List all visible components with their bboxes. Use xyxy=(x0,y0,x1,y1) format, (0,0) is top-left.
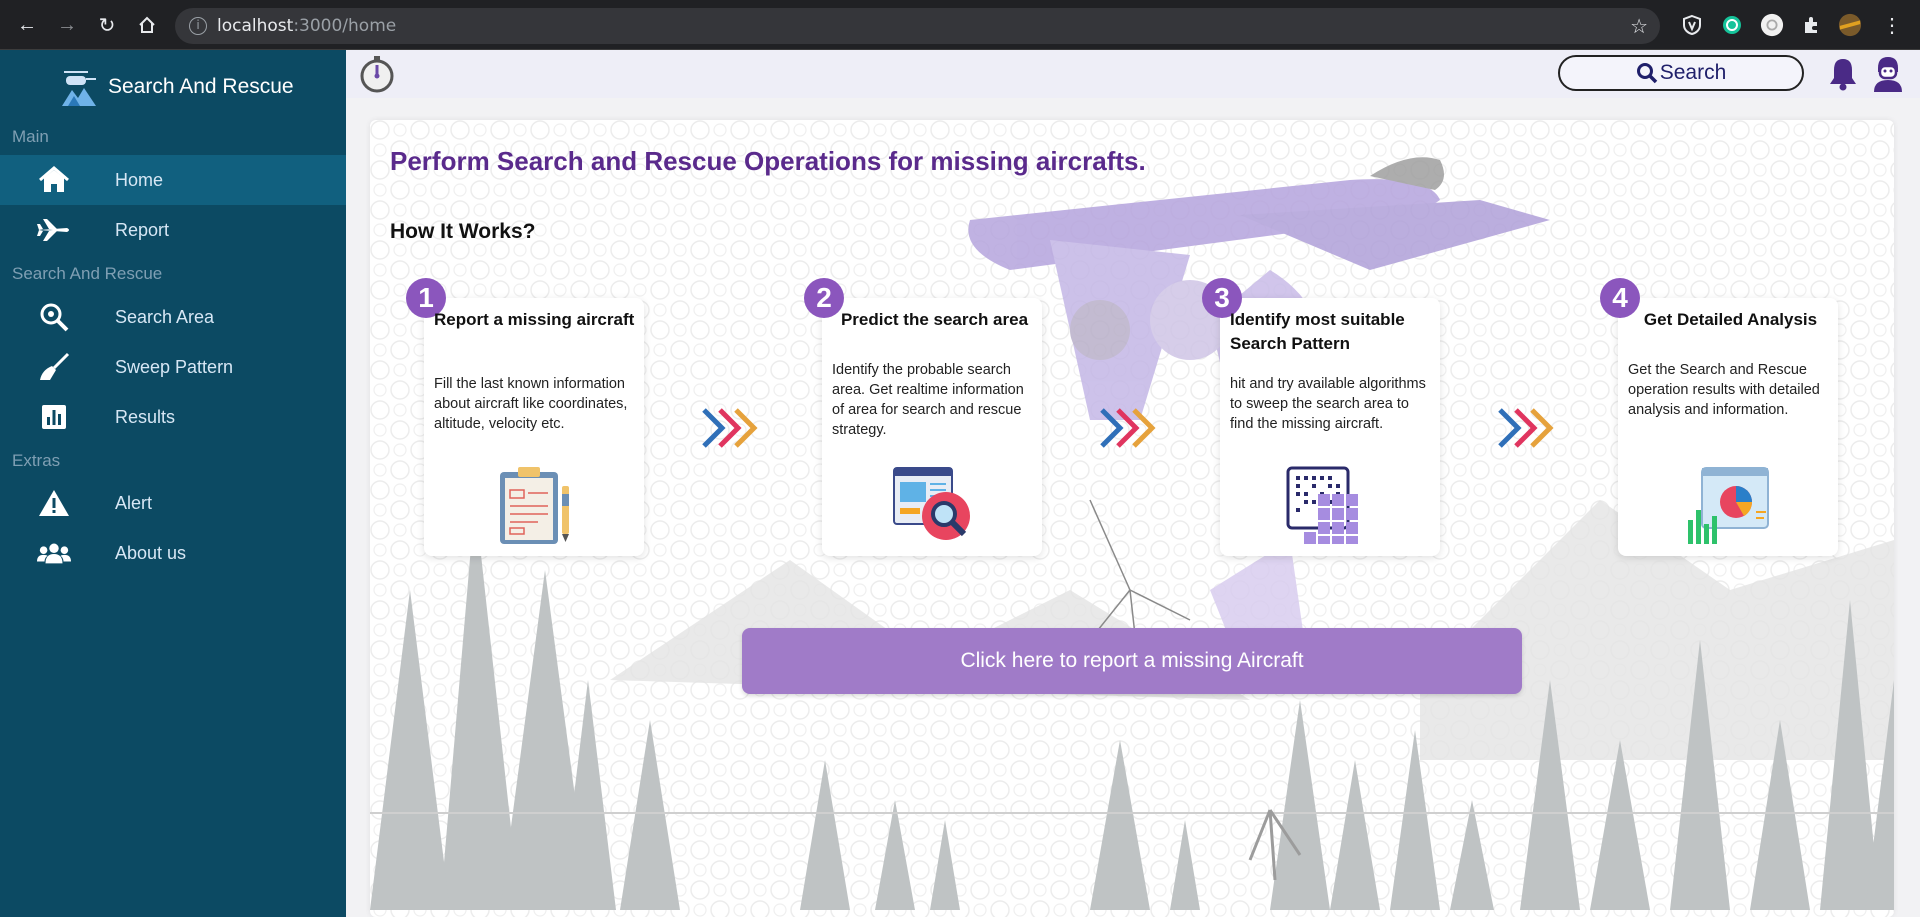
section-label-extras: Extras xyxy=(12,451,61,470)
sidebar-item-label: Home xyxy=(115,169,164,190)
airplane-icon xyxy=(37,215,71,245)
browser-toolbar: ← → ↻ i localhost:3000/home ☆ ⋮ xyxy=(0,0,1920,50)
reload-icon[interactable]: ↻ xyxy=(94,12,120,38)
search-icon xyxy=(1636,63,1657,84)
step-description: hit and try available algorithms to swee… xyxy=(1230,376,1426,432)
step-arrow-icon xyxy=(702,408,758,448)
how-it-works-heading: How It Works? xyxy=(390,220,536,243)
bookmark-star-icon[interactable]: ☆ xyxy=(1630,14,1648,39)
section-label-search-and-rescue: Search And Rescue xyxy=(12,264,163,283)
sidebar-item-home[interactable]: Home xyxy=(0,155,346,205)
sidebar-item-label: Report xyxy=(115,219,170,240)
warning-icon xyxy=(37,488,71,518)
address-bar[interactable]: i localhost:3000/home ☆ xyxy=(175,8,1660,44)
white-circle-extension-icon[interactable] xyxy=(1760,13,1784,37)
step-card-4: 4 Get Detailed Analysis Get the Search a… xyxy=(1600,278,1838,556)
report-missing-aircraft-button[interactable]: Click here to report a missing Aircraft xyxy=(742,628,1522,694)
main-content: Perform Search and Rescue Operations for… xyxy=(346,98,1920,917)
helicopter-logo-icon xyxy=(62,71,96,106)
sidebar-item-label: Alert xyxy=(115,492,153,513)
search-area-icon xyxy=(37,302,71,332)
search-label: Search xyxy=(1659,61,1727,84)
content-panel: Perform Search and Rescue Operations for… xyxy=(370,120,1894,917)
sidebar-item-label: Search Area xyxy=(115,306,215,327)
user-profile-icon[interactable] xyxy=(1870,54,1906,94)
broom-icon xyxy=(37,352,71,382)
clipboard-icon xyxy=(500,467,569,544)
brand-title: Search And Rescue xyxy=(108,75,294,98)
search-button[interactable]: Search xyxy=(1558,55,1804,91)
step-arrow-icon xyxy=(1100,408,1156,448)
home-icon xyxy=(37,165,71,195)
step-title: Predict the search area xyxy=(840,310,1029,329)
site-info-icon[interactable]: i xyxy=(189,17,207,35)
back-icon[interactable]: ← xyxy=(14,12,40,38)
browser-menu-icon[interactable]: ⋮ xyxy=(1880,13,1904,37)
sidebar-item-label: Results xyxy=(115,406,176,427)
sidebar-item-label: About us xyxy=(115,542,187,563)
forward-icon[interactable]: → xyxy=(54,12,80,38)
step-title: Get Detailed Analysis xyxy=(1643,310,1818,329)
step-title: Identify most suitable Search Pattern xyxy=(1230,310,1405,353)
sidebar-item-report[interactable]: Report xyxy=(0,205,346,255)
analysis-chart-icon xyxy=(1688,467,1769,544)
puzzle-extensions-icon[interactable] xyxy=(1800,13,1824,37)
page-title: Perform Search and Rescue Operations for… xyxy=(390,146,1146,176)
profile-avatar-icon[interactable] xyxy=(1838,13,1862,37)
step-description: Fill the last known information about ai… xyxy=(434,376,628,432)
step-arrow-icon xyxy=(1498,408,1554,448)
step-card-2: 2 Predict the search area Identify the p… xyxy=(804,278,1042,556)
notification-bell-icon[interactable] xyxy=(1826,56,1860,92)
sidebar-item-alert[interactable]: Alert xyxy=(0,478,346,528)
sidebar-item-sweep-pattern[interactable]: Sweep Pattern xyxy=(0,342,346,392)
grid-pattern-icon xyxy=(1286,466,1358,544)
sidebar-item-about-us[interactable]: About us xyxy=(0,528,346,578)
sidebar-item-results[interactable]: Results xyxy=(0,392,346,442)
url-host: localhost xyxy=(217,16,294,36)
stopwatch-icon[interactable] xyxy=(360,55,394,93)
users-icon xyxy=(37,538,71,568)
section-label-main: Main xyxy=(12,127,49,146)
url-path: :3000/home xyxy=(293,16,397,36)
home-browser-icon[interactable] xyxy=(134,12,160,38)
step-description: Identify the probable search area. Get r… xyxy=(832,362,1024,438)
sidebar: Search And Rescue Main Home Report Searc… xyxy=(0,50,346,917)
top-bar: Search xyxy=(346,50,1920,98)
sidebar-item-search-area[interactable]: Search Area xyxy=(0,292,346,342)
shield-extension-icon[interactable] xyxy=(1680,13,1704,37)
sidebar-item-label: Sweep Pattern xyxy=(115,356,234,377)
step-title: Report a missing aircraft xyxy=(434,310,635,329)
step-card-3: 3 Identify most suitable Search Pattern … xyxy=(1202,278,1440,556)
chart-icon xyxy=(37,402,71,432)
step-description: Get the Search and Rescue operation resu… xyxy=(1628,362,1820,418)
grammarly-extension-icon[interactable] xyxy=(1720,13,1744,37)
search-analytics-icon xyxy=(893,467,970,540)
brand[interactable]: Search And Rescue xyxy=(58,66,294,108)
step-card-1: 1 Report a missing aircraft Fill the las… xyxy=(406,278,644,556)
